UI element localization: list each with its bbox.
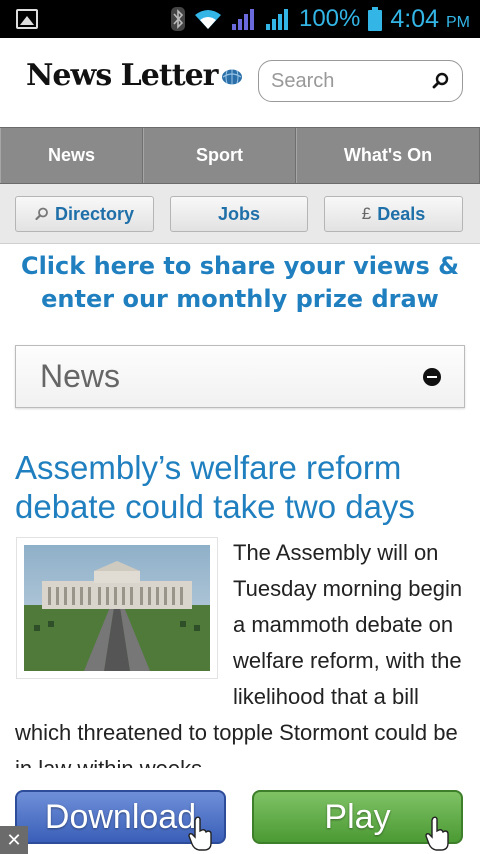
nav-item-whats-on[interactable]: What's On [296,128,480,183]
pound-icon: £ [361,204,372,223]
hand-cursor-icon [425,816,449,851]
parliament-building-image [24,545,210,671]
signal-icon [231,9,254,30]
clock-time: 4:04 [390,4,440,33]
news-section-header[interactable]: News [15,345,465,408]
article-headline[interactable]: Assembly’s welfare reform debate could t… [15,448,470,526]
deals-label: Deals [377,203,426,224]
collapse-icon[interactable] [423,368,441,386]
jobs-label: Jobs [217,203,260,224]
status-bar: 100% 4:04 PM [0,0,480,38]
wifi-icon [194,10,221,29]
promo-line-2: enter our monthly prize draw [41,285,439,313]
nav-item-sport[interactable]: Sport [143,128,296,183]
jobs-button[interactable]: Jobs [170,196,308,232]
bluetooth-icon [170,7,185,31]
site-header: News Letter [0,38,480,127]
logo-text: News Letter [26,58,218,93]
image-icon [16,9,38,29]
clock-ampm: PM [446,13,470,31]
ad-close-button[interactable]: ✕ [0,826,28,854]
status-bar-right: 100% 4:04 PM [170,4,470,34]
ad-banner: Download Play [0,768,480,854]
promo-banner[interactable]: Click here to share your views & enter o… [0,250,480,322]
battery-percent: 100% [298,5,361,32]
globe-icon [222,69,243,84]
search-box [258,60,463,102]
search-icon [35,207,48,221]
secondary-nav: Directory Jobs £ Deals [0,184,480,244]
article-image[interactable] [16,537,218,679]
search-input[interactable] [271,69,431,93]
primary-nav: News Sport What's On [0,127,480,184]
signal-icon [265,9,288,30]
nav-item-news[interactable]: News [0,128,143,183]
hand-cursor-icon [188,816,212,851]
search-icon[interactable] [432,72,450,90]
clock: 4:04 PM [390,5,470,34]
directory-button[interactable]: Directory [15,196,154,232]
battery-icon [368,7,383,31]
directory-label: Directory [54,203,135,224]
section-title: News [40,358,121,394]
site-logo[interactable]: News Letter [26,58,243,93]
promo-line-1: Click here to share your views & [20,252,460,280]
deals-button[interactable]: £ Deals [324,196,463,232]
